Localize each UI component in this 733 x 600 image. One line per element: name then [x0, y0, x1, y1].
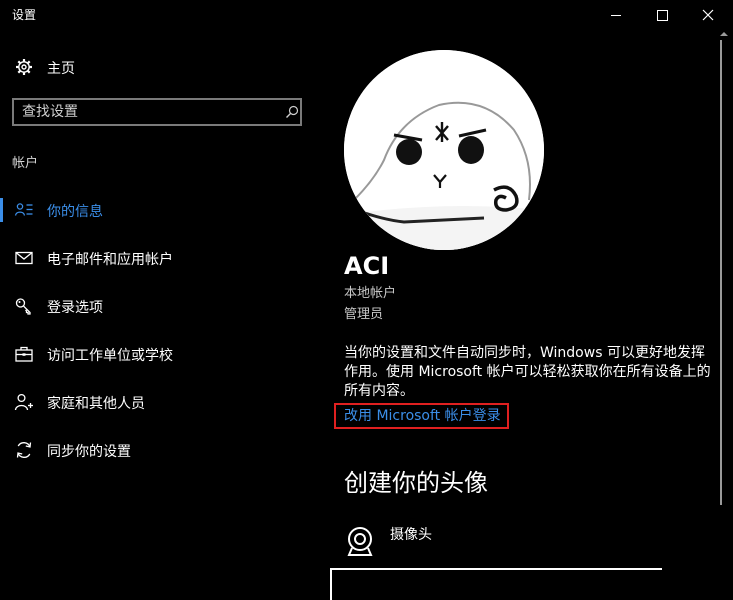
- search-input[interactable]: [22, 103, 272, 121]
- sidebar-item-label: 登录选项: [47, 300, 103, 316]
- key-icon: [15, 298, 31, 315]
- search-box[interactable]: [12, 98, 302, 126]
- home-nav-item[interactable]: 主页: [0, 52, 320, 82]
- create-avatar-heading: 创建你的头像: [344, 469, 488, 497]
- sync-icon: [16, 442, 32, 458]
- briefcase-icon: [15, 346, 33, 362]
- camera-icon: [347, 527, 373, 556]
- ms-account-login-link[interactable]: 改用 Microsoft 帐户登录: [334, 403, 509, 429]
- sidebar-item-work-school[interactable]: 访问工作单位或学校: [0, 334, 320, 374]
- scrollbar[interactable]: [716, 30, 733, 583]
- sidebar-item-email-accounts[interactable]: 电子邮件和应用帐户: [0, 238, 320, 278]
- sidebar-item-your-info[interactable]: 你的信息: [0, 190, 320, 230]
- account-role: 管理员: [344, 307, 384, 322]
- window-title: 设置: [12, 8, 37, 22]
- mail-icon: [15, 251, 33, 265]
- person-card-icon: [14, 203, 33, 216]
- sidebar-item-sign-in-options[interactable]: 登录选项: [0, 286, 320, 326]
- avatar-image: [344, 50, 544, 250]
- camera-option[interactable]: 摄像头: [344, 520, 544, 564]
- person-add-icon: [14, 393, 33, 411]
- maximize-button[interactable]: [639, 0, 685, 30]
- main-content: ACI 本地帐户 管理员 当你的设置和文件自动同步时，Windows 可以更好地…: [320, 30, 716, 600]
- sidebar-item-family[interactable]: 家庭和其他人员: [0, 382, 320, 422]
- active-indicator: [0, 198, 3, 222]
- close-button[interactable]: [685, 0, 731, 30]
- search-icon[interactable]: [284, 104, 300, 120]
- sidebar-item-sync-settings[interactable]: 同步你的设置: [0, 430, 320, 470]
- bottom-panel: [330, 568, 662, 600]
- account-type: 本地帐户: [344, 286, 397, 301]
- close-icon: [702, 9, 714, 21]
- sidebar-item-label: 你的信息: [47, 204, 103, 220]
- home-label: 主页: [47, 61, 75, 77]
- sidebar: 主页 帐户 你的信息 电子邮件和应用帐户 登录: [0, 30, 320, 583]
- camera-label: 摄像头: [390, 527, 432, 543]
- sidebar-item-label: 同步你的设置: [47, 444, 131, 460]
- scroll-thumb[interactable]: [720, 40, 722, 505]
- minimize-button[interactable]: [593, 0, 639, 30]
- minimize-icon: [611, 14, 621, 16]
- sidebar-item-label: 访问工作单位或学校: [47, 348, 173, 364]
- avatar: [344, 50, 544, 250]
- maximize-icon: [656, 9, 668, 21]
- sync-info-text: 当你的设置和文件自动同步时，Windows 可以更好地发挥作用。使用 Micro…: [344, 345, 711, 399]
- gear-icon: [16, 59, 32, 75]
- account-name: ACI: [344, 252, 390, 280]
- sidebar-item-label: 家庭和其他人员: [47, 396, 145, 412]
- section-title: 帐户: [12, 156, 39, 171]
- scroll-up-arrow-icon[interactable]: [720, 32, 728, 36]
- title-bar: 设置: [0, 0, 733, 30]
- sidebar-item-label: 电子邮件和应用帐户: [47, 252, 173, 268]
